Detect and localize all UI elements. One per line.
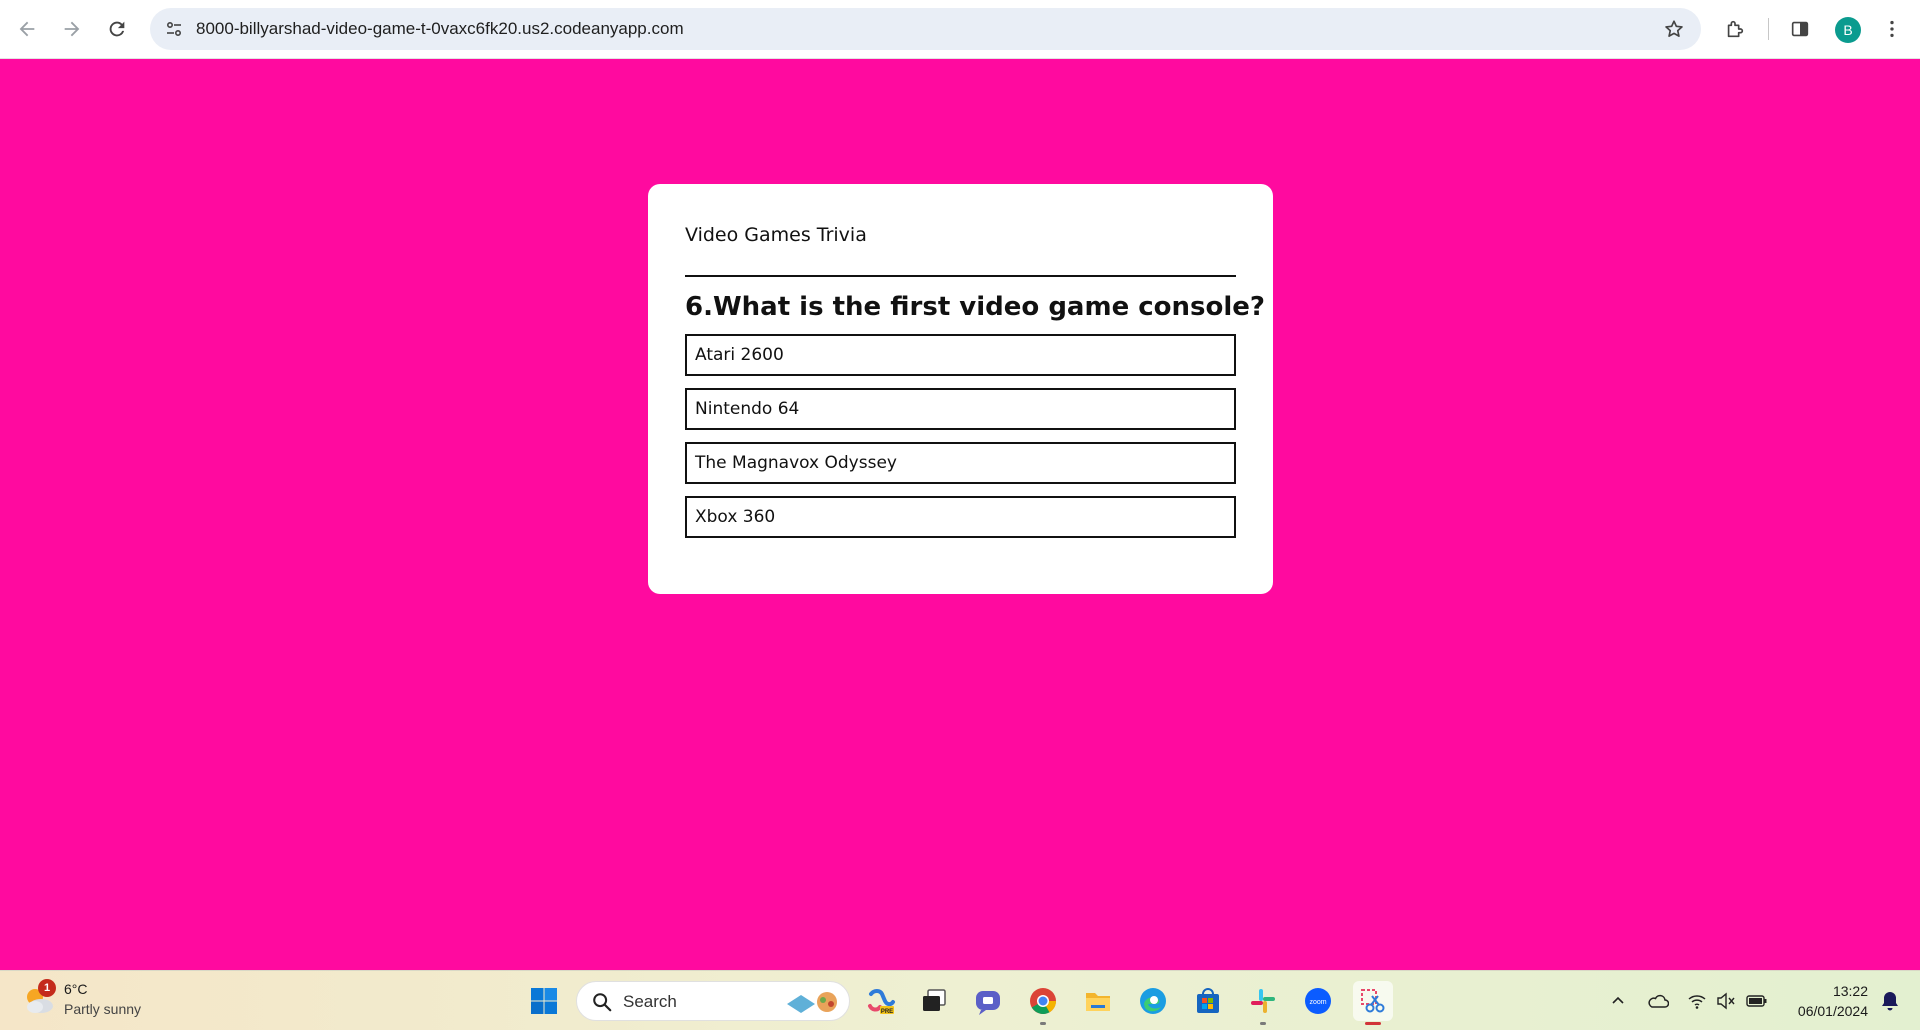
puzzle-icon xyxy=(1727,20,1744,38)
svg-text:zoom: zoom xyxy=(1309,999,1326,1006)
volume-muted-icon xyxy=(1717,992,1735,1010)
copilot-taskbar-icon[interactable]: PRE xyxy=(861,981,901,1021)
search-icon xyxy=(593,993,612,1012)
chat-icon xyxy=(976,991,1000,1015)
battery-charging-icon xyxy=(1746,995,1767,1007)
snipping-tool-icon xyxy=(1361,989,1385,1013)
snipping-tool-taskbar-icon[interactable] xyxy=(1353,981,1393,1025)
reload-button[interactable] xyxy=(100,12,134,46)
clock-time: 13:22 xyxy=(1832,983,1868,999)
chrome-icon xyxy=(1030,988,1057,1015)
site-info-icon[interactable] xyxy=(160,15,188,43)
zoom-icon: zoom xyxy=(1305,988,1331,1014)
battery-tray[interactable] xyxy=(1745,989,1769,1013)
folder-icon xyxy=(1086,993,1110,1011)
volume-tray[interactable] xyxy=(1714,989,1738,1013)
edge-taskbar-icon[interactable] xyxy=(1133,981,1173,1021)
answer-list: Atari 2600 Nintendo 64 The Magnavox Odys… xyxy=(685,334,1236,550)
slack-icon xyxy=(1251,989,1275,1013)
weather-widget[interactable]: 1 6°C Partly sunny xyxy=(22,979,162,1023)
chevron-up-icon xyxy=(1612,996,1624,1004)
url-text[interactable]: 8000-billyarshad-video-game-t-0vaxc6fk20… xyxy=(196,19,684,39)
quiz-title: Video Games Trivia xyxy=(685,224,867,246)
running-indicator xyxy=(1040,1022,1046,1025)
forward-button[interactable] xyxy=(55,12,89,46)
arrow-right-icon xyxy=(64,21,80,37)
search-placeholder: Search xyxy=(623,992,677,1011)
weather-description: Partly sunny xyxy=(64,1001,142,1017)
address-bar[interactable]: 8000-billyarshad-video-game-t-0vaxc6fk20… xyxy=(150,8,1701,50)
wifi-icon xyxy=(1688,995,1706,1009)
back-button[interactable] xyxy=(10,12,44,46)
task-view-button[interactable] xyxy=(914,981,954,1021)
edge-icon xyxy=(1140,988,1166,1014)
system-clock[interactable]: 13:22 06/01/2024 xyxy=(1798,981,1868,1021)
kebab-menu-icon xyxy=(1890,20,1894,38)
start-button[interactable] xyxy=(524,981,564,1021)
svg-text:PRE: PRE xyxy=(881,1009,893,1015)
side-panel-button[interactable] xyxy=(1783,12,1817,46)
weather-temperature: 6°C xyxy=(64,981,88,997)
bookmark-star-icon[interactable] xyxy=(1661,16,1687,42)
cloud-icon xyxy=(1648,994,1669,1008)
copilot-icon: PRE xyxy=(868,989,895,1015)
show-hidden-icons-chevron[interactable] xyxy=(1606,989,1630,1013)
reload-icon xyxy=(109,21,125,37)
slack-taskbar-icon[interactable] xyxy=(1243,981,1283,1025)
answer-button-1[interactable]: Atari 2600 xyxy=(685,334,1236,376)
store-taskbar-icon[interactable] xyxy=(1188,981,1228,1021)
search-highlight-icon xyxy=(787,992,837,1013)
extensions-button[interactable] xyxy=(1718,12,1752,46)
title-divider xyxy=(685,275,1236,277)
answer-button-2[interactable]: Nintendo 64 xyxy=(685,388,1236,430)
store-icon xyxy=(1197,988,1219,1013)
profile-avatar[interactable]: B xyxy=(1835,17,1861,43)
active-indicator xyxy=(1365,1022,1381,1025)
side-panel-icon xyxy=(1791,21,1809,37)
taskbar-search[interactable]: Search xyxy=(576,981,850,1021)
notification-badge: 1 xyxy=(38,979,56,997)
notification-bell-icon[interactable] xyxy=(1878,989,1902,1013)
teams-chat-taskbar-icon[interactable] xyxy=(968,981,1008,1021)
menu-button[interactable] xyxy=(1875,12,1909,46)
toolbar-divider xyxy=(1768,18,1769,40)
clock-date: 06/01/2024 xyxy=(1797,1003,1868,1019)
arrow-left-icon xyxy=(19,21,35,37)
windows-taskbar: 1 6°C Partly sunny Search PRE zoom 13:22… xyxy=(0,970,1920,1030)
question-text: 6.What is the first video game console? xyxy=(685,292,1265,322)
chrome-taskbar-icon[interactable] xyxy=(1023,981,1063,1025)
quiz-card: Video Games Trivia 6.What is the first v… xyxy=(648,184,1273,594)
task-view-icon xyxy=(923,989,946,1011)
wifi-tray[interactable] xyxy=(1685,989,1709,1013)
answer-button-3[interactable]: The Magnavox Odyssey xyxy=(685,442,1236,484)
browser-toolbar: 8000-billyarshad-video-game-t-0vaxc6fk20… xyxy=(0,0,1920,59)
windows-logo-icon xyxy=(531,988,557,1014)
answer-button-4[interactable]: Xbox 360 xyxy=(685,496,1236,538)
file-explorer-taskbar-icon[interactable] xyxy=(1078,981,1118,1021)
onedrive-tray[interactable] xyxy=(1646,989,1670,1013)
running-indicator xyxy=(1260,1022,1266,1025)
zoom-taskbar-icon[interactable]: zoom xyxy=(1298,981,1338,1021)
